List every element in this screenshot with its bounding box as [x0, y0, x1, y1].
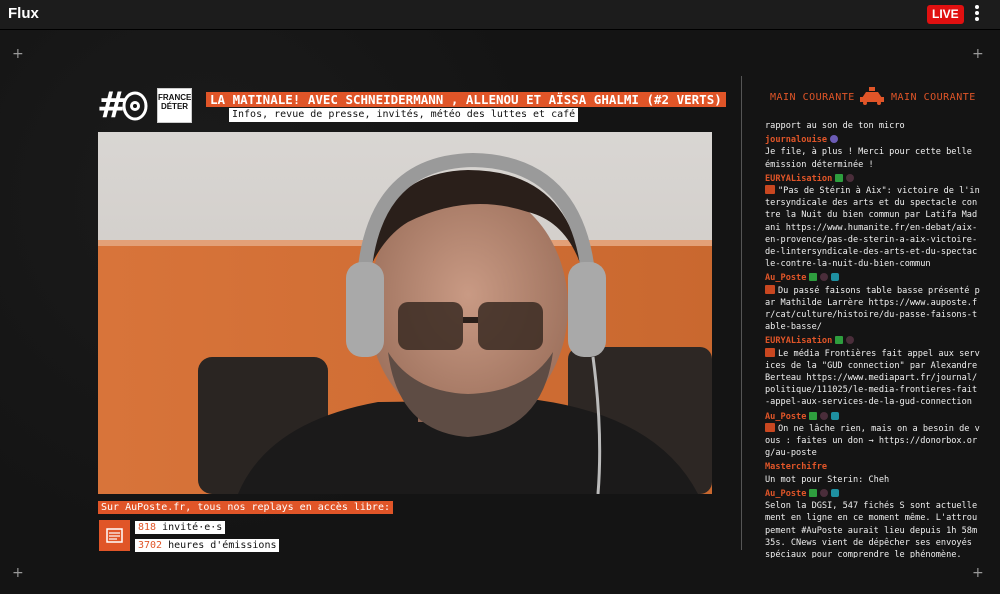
corner-plus-icon: + — [972, 46, 984, 62]
pink-badge-icon — [846, 336, 855, 345]
cyan-badge-icon — [831, 488, 840, 497]
chat-message-text: Je file, à plus ! Merci pour cette belle… — [765, 147, 972, 170]
chat-message: Au_Poste Selon la DGSI, 547 fichés S sont… — [765, 488, 980, 558]
guests-count: 818 — [138, 522, 157, 533]
green-badge-icon — [809, 273, 818, 282]
main-courante-label: MAIN COURANTE — [770, 92, 855, 103]
hours-count: 3702 — [138, 540, 163, 551]
green-badge-icon — [835, 336, 844, 345]
chat-username[interactable]: Masterchifre — [765, 461, 827, 473]
main-courante-label-right: MAIN COURANTE — [891, 92, 976, 103]
chat-message-text: Selon la DGSI, 547 fichés S sont actuell… — [765, 501, 978, 558]
green-badge-icon — [835, 173, 844, 182]
hours-label: heures d'émissions — [162, 540, 277, 551]
pink-badge-icon — [820, 273, 829, 282]
video-player[interactable] — [98, 132, 712, 494]
top-bar: Flux LIVE — [0, 0, 1000, 30]
purple-badge-icon — [830, 135, 839, 144]
replays-label: Sur AuPoste.fr, tous nos replays en accè… — [98, 501, 393, 514]
chat-message-text: Du passé faisons table basse présenté pa… — [765, 285, 980, 333]
chat-username[interactable]: journalouise — [765, 134, 827, 146]
emote-icon — [765, 347, 775, 357]
live-badge: LIVE — [927, 5, 964, 24]
chat-username[interactable]: EURYALisation — [765, 173, 832, 185]
emote-icon — [765, 185, 775, 195]
archive-icon — [99, 520, 130, 551]
app-title: Flux — [8, 5, 39, 22]
pink-badge-icon — [820, 488, 829, 497]
pink-badge-icon — [820, 411, 829, 420]
emote-icon — [765, 284, 775, 294]
eye-logo-icon — [122, 91, 148, 121]
chat-divider — [741, 76, 742, 550]
chat-message: EURYALisation Le média Frontières fait ap… — [765, 335, 980, 408]
pink-badge-icon — [846, 173, 855, 182]
chat-message-text: "Pas de Stérin à Aix": victoire de l'int… — [765, 186, 980, 270]
chat-message-text: Le média Frontières fait appel aux servi… — [765, 348, 980, 408]
show-title: LA MATINALE! AVEC SCHNEIDERMANN , ALLENO… — [206, 92, 726, 107]
green-badge-icon — [809, 488, 818, 497]
cyan-badge-icon — [831, 273, 840, 282]
chat-username[interactable]: Au_Poste — [765, 272, 806, 284]
emote-icon — [765, 422, 775, 432]
corner-plus-icon: + — [12, 46, 24, 62]
hours-stat: 3702 heures d'émissions — [135, 539, 280, 552]
guests-stat: 818 invité·e·s — [135, 521, 226, 534]
chat-message: EURYALisation "Pas de Stérin à Aix": vict… — [765, 173, 980, 271]
chat-message-text: On ne lâche rien, mais on a besoin de vo… — [765, 423, 980, 459]
chat-message: journalouise Je file, à plus ! Merci pour… — [765, 134, 980, 171]
green-badge-icon — [809, 411, 818, 420]
chat-username[interactable]: Au_Poste — [765, 488, 806, 500]
guests-label: invité·e·s — [156, 522, 223, 533]
police-car-icon — [860, 87, 884, 105]
chat-message-text: rapport au son de ton micro — [765, 121, 905, 131]
more-options-icon[interactable] — [970, 4, 984, 24]
chat-message: rapport au son de ton micro — [765, 120, 980, 132]
show-subtitle: Infos, revue de presse, invités, météo d… — [229, 108, 579, 122]
corner-plus-icon: + — [12, 565, 24, 581]
chat-message: Masterchifre Un mot pour Sterin: Cheh — [765, 461, 980, 485]
cyan-badge-icon — [831, 411, 840, 420]
chat-username[interactable]: EURYALisation — [765, 335, 832, 347]
chat-message: Au_Poste On ne lâche rien, mais on a beso… — [765, 411, 980, 460]
chat-message: Au_Poste Du passé faisons table basse pré… — [765, 272, 980, 333]
corner-plus-icon: + — [972, 565, 984, 581]
chat-message-text: Un mot pour Sterin: Cheh — [765, 474, 890, 485]
chat-username[interactable]: Au_Poste — [765, 411, 806, 423]
video-frame-image — [98, 132, 712, 494]
france-deter-logo: FRANCE DÉTER — [157, 88, 192, 123]
chat-feed[interactable]: rapport au son de ton micro journalouise J… — [765, 120, 980, 558]
